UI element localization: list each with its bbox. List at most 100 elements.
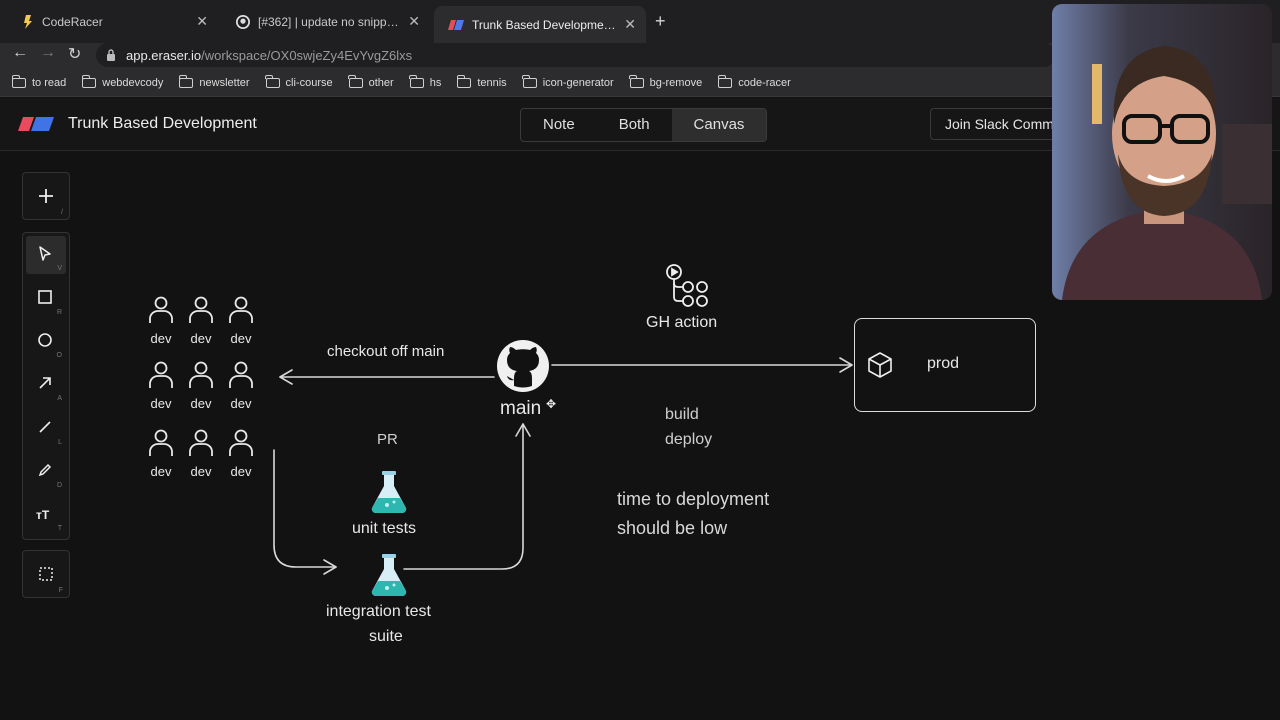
circle-icon <box>38 333 52 347</box>
tab-coderacer[interactable]: CodeRacer ✕ <box>8 6 218 37</box>
pen-tool[interactable]: D <box>26 453 66 491</box>
tab-trunk-based-development[interactable]: Trunk Based Development — E... ✕ <box>434 6 646 43</box>
dev-node[interactable]: dev <box>221 296 261 346</box>
bookmark-label: other <box>368 77 394 89</box>
arrow-icon <box>39 377 51 389</box>
url-host: app.eraser.io <box>126 47 202 63</box>
gh-action-label[interactable]: GH action <box>646 314 717 332</box>
arrow-tool[interactable]: A <box>26 366 66 404</box>
bookmark-other[interactable]: other <box>348 75 394 89</box>
tab-title: CodeRacer <box>42 14 103 29</box>
frame-icon <box>39 567 53 581</box>
dev-node[interactable]: dev <box>221 429 261 479</box>
tab-github-pr[interactable]: [#362] | update no snippet me... ✕ <box>222 6 430 37</box>
bookmark-label: code-racer <box>738 77 791 89</box>
dev-node[interactable]: dev <box>141 296 181 346</box>
text-size-icon: ᴛT <box>36 508 50 522</box>
pr-label[interactable]: PR <box>377 431 398 448</box>
dev-label: dev <box>150 464 172 479</box>
github-actions-icon[interactable] <box>664 262 710 308</box>
eraser-logo-icon[interactable] <box>18 117 54 131</box>
close-icon[interactable]: ✕ <box>624 16 636 33</box>
person-icon <box>149 361 173 388</box>
shortcut-key: R <box>56 309 62 316</box>
add-tool-button[interactable]: / <box>22 172 70 220</box>
bookmark-newsletter[interactable]: newsletter <box>178 75 250 89</box>
coderacer-favicon-icon <box>24 14 32 29</box>
dev-node[interactable]: dev <box>181 296 221 346</box>
bookmark-code-racer[interactable]: code-racer <box>717 75 791 89</box>
new-tab-plus-icon[interactable]: + <box>655 11 666 32</box>
build-label[interactable]: build <box>665 406 699 424</box>
frame-tool[interactable]: F <box>22 550 70 598</box>
dev-label: dev <box>230 464 252 479</box>
person-icon <box>149 296 173 323</box>
reload-icon[interactable]: ↻ <box>68 44 81 64</box>
rectangle-tool[interactable]: R <box>26 280 66 318</box>
plus-icon <box>39 189 53 203</box>
close-icon[interactable]: ✕ <box>408 13 420 30</box>
document-title[interactable]: Trunk Based Development <box>68 115 257 133</box>
back-arrow-icon[interactable]: ← <box>12 44 28 62</box>
folder-icon <box>265 75 280 88</box>
eraser-favicon-icon <box>448 19 464 30</box>
move-cursor-icon: ✥ <box>546 397 557 411</box>
view-mode-switcher: Note Both Canvas <box>520 108 768 142</box>
view-mode-canvas[interactable]: Canvas <box>671 109 767 141</box>
integration-label-line2[interactable]: suite <box>369 628 403 646</box>
dev-label: dev <box>150 331 172 346</box>
shortcut-key: D <box>56 482 62 489</box>
bookmark-label: to read <box>32 77 67 89</box>
bookmark-tennis[interactable]: tennis <box>456 75 507 89</box>
bookmark-cli-course[interactable]: cli-course <box>265 75 333 89</box>
bookmark-hs[interactable]: hs <box>409 75 442 89</box>
note-line-1[interactable]: time to deployment <box>617 489 769 510</box>
view-mode-both[interactable]: Both <box>597 109 672 141</box>
dev-label: dev <box>150 396 172 411</box>
bookmark-icon-generator[interactable]: icon-generator <box>522 75 614 89</box>
dev-node[interactable]: dev <box>181 361 221 411</box>
person-icon <box>229 429 253 456</box>
prod-label: prod <box>927 355 960 372</box>
select-tool[interactable]: V <box>26 236 66 274</box>
bookmark-webdevcody[interactable]: webdevcody <box>81 75 164 89</box>
integration-label-line1[interactable]: integration test <box>326 603 431 621</box>
folder-icon <box>81 75 97 88</box>
unit-tests-label[interactable]: unit tests <box>352 520 416 538</box>
dev-label: dev <box>230 396 252 411</box>
dev-label: dev <box>230 331 252 346</box>
forward-arrow-icon[interactable]: → <box>40 44 56 62</box>
dev-node[interactable]: dev <box>141 361 181 411</box>
line-tool[interactable]: L <box>26 410 66 448</box>
folder-icon <box>409 75 424 88</box>
ellipse-tool[interactable]: O <box>26 323 66 361</box>
main-label[interactable]: main <box>500 398 541 420</box>
person-icon <box>229 361 253 388</box>
bookmark-label: hs <box>429 77 442 89</box>
close-icon[interactable]: ✕ <box>196 13 208 30</box>
view-mode-note[interactable]: Note <box>521 109 597 141</box>
github-icon[interactable] <box>496 339 550 393</box>
dev-label: dev <box>190 396 212 411</box>
checkout-label[interactable]: checkout off main <box>327 343 444 360</box>
address-bar[interactable]: app.eraser.io/workspace/OX0swjeZy4EvYvgZ… <box>96 43 1056 67</box>
github-favicon-icon <box>236 14 250 29</box>
bookmark-to-read[interactable]: to read <box>11 75 67 89</box>
lock-icon <box>107 49 115 61</box>
shortcut-key: T <box>57 525 62 532</box>
dev-node[interactable]: dev <box>181 429 221 479</box>
text-tool[interactable]: ᴛT T <box>26 496 66 534</box>
bookmark-label: cli-course <box>285 77 333 89</box>
flask-icon[interactable] <box>368 553 410 597</box>
webcam-overlay <box>1052 4 1272 300</box>
person-icon <box>149 429 173 456</box>
dev-node[interactable]: dev <box>221 361 261 411</box>
deploy-label[interactable]: deploy <box>665 431 712 449</box>
dev-node[interactable]: dev <box>141 429 181 479</box>
bookmark-label: webdevcody <box>102 77 164 89</box>
shortcut-key: V <box>57 265 62 272</box>
flask-icon[interactable] <box>368 470 410 514</box>
bookmark-label: newsletter <box>199 77 250 89</box>
note-line-2[interactable]: should be low <box>617 518 727 539</box>
bookmark-bg-remove[interactable]: bg-remove <box>629 75 702 89</box>
